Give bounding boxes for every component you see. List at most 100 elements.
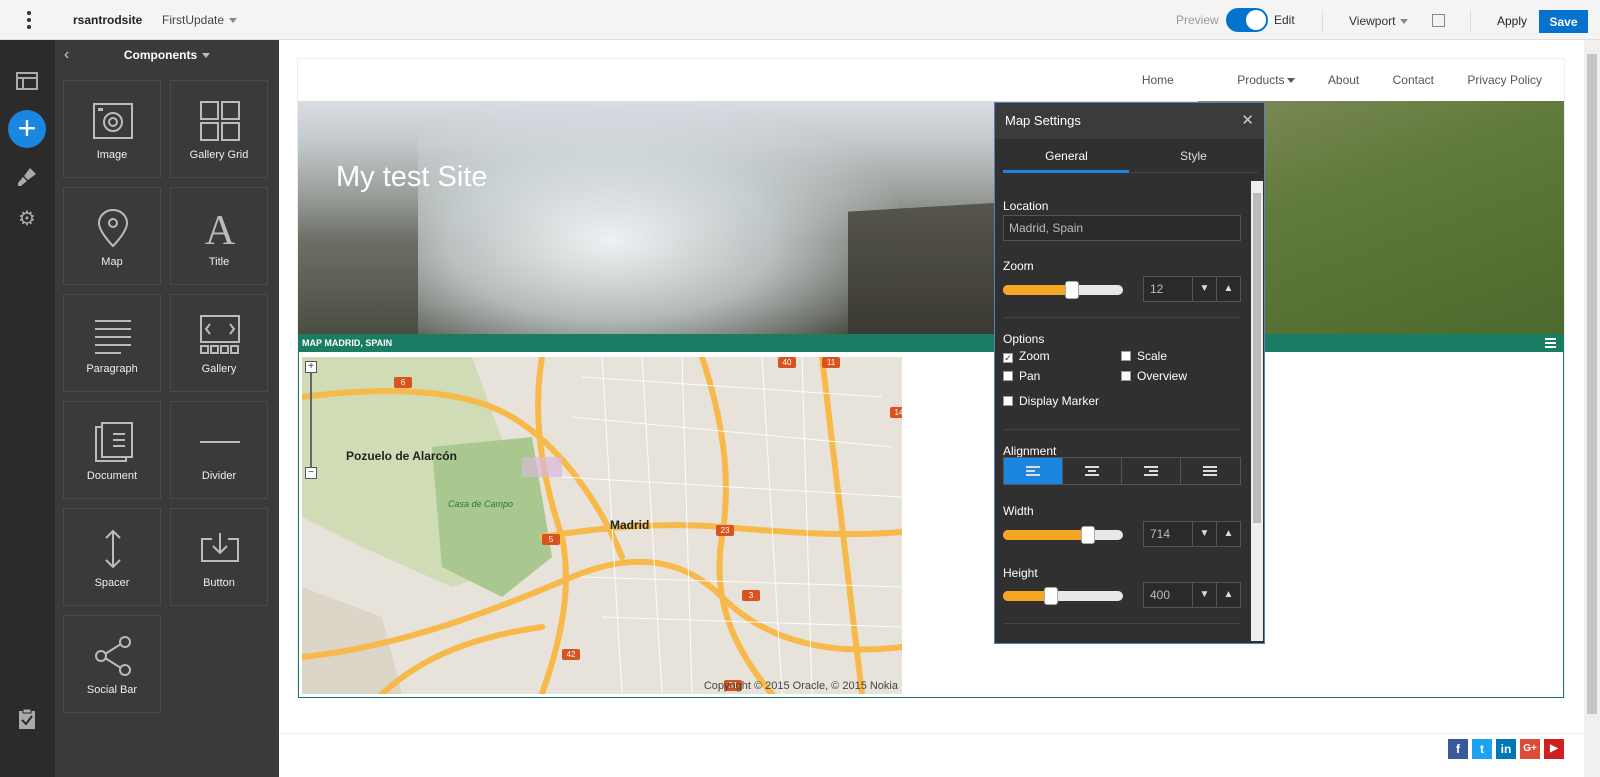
nav-home[interactable]: Home: [1142, 73, 1174, 87]
tile-label: Spacer: [94, 577, 130, 589]
google-plus-icon[interactable]: G+: [1520, 739, 1540, 759]
hero-title[interactable]: My test Site: [336, 161, 488, 194]
component-tile-social-bar[interactable]: Social Bar: [63, 615, 161, 713]
components-header[interactable]: Components: [55, 48, 279, 62]
chevron-down-icon: [1286, 78, 1295, 84]
chevron-down-icon[interactable]: ▼: [1192, 522, 1216, 546]
panel-title: Map Settings: [1005, 113, 1081, 128]
align-justify-button[interactable]: [1181, 458, 1240, 484]
option-display-marker-checkbox[interactable]: Display Marker: [1003, 394, 1099, 408]
tile-label: Gallery: [201, 363, 237, 375]
pages-icon[interactable]: [16, 72, 38, 94]
map-label-casa-de-campo: Casa de Campo: [448, 499, 514, 509]
slider-handle[interactable]: [1065, 281, 1079, 299]
height-slider[interactable]: [1003, 587, 1123, 605]
device-layout-icon[interactable]: [1432, 14, 1445, 27]
viewport-selector[interactable]: Viewport: [1349, 14, 1409, 28]
update-selector[interactable]: FirstUpdate: [162, 13, 238, 27]
road-shield: 40: [778, 357, 796, 368]
component-tile-map[interactable]: Map: [63, 187, 161, 285]
site-name: rsantrodsite: [73, 13, 143, 27]
settings-gear-icon[interactable]: ⚙: [16, 208, 38, 230]
hero-image[interactable]: My test Site: [298, 101, 1564, 334]
chevron-down-icon[interactable]: ▼: [1192, 583, 1216, 607]
nav-products[interactable]: Products: [1207, 73, 1295, 87]
youtube-icon[interactable]: ▶: [1544, 739, 1564, 759]
checkbox-icon: [1003, 396, 1013, 406]
section-divider: [1003, 623, 1241, 624]
option-label: Scale: [1137, 349, 1168, 363]
scrollbar-thumb[interactable]: [1253, 193, 1261, 523]
panel-scrollbar[interactable]: [1251, 181, 1263, 641]
clipboard-check-icon[interactable]: [16, 708, 38, 730]
option-label: Overview: [1137, 369, 1188, 383]
component-tile-gallery[interactable]: Gallery: [170, 294, 268, 392]
chevron-up-icon[interactable]: ▲: [1216, 583, 1240, 607]
zoom-slider[interactable]: [1003, 281, 1123, 299]
align-right-button[interactable]: [1122, 458, 1181, 484]
toolbar-divider: [1470, 10, 1471, 32]
chevron-up-icon[interactable]: ▲: [1216, 277, 1240, 301]
nav-contact[interactable]: Contact: [1393, 73, 1434, 87]
twitter-icon[interactable]: t: [1472, 739, 1492, 759]
width-stepper[interactable]: 714 ▼ ▲: [1143, 521, 1241, 547]
option-zoom-checkbox[interactable]: ✓ Zoom: [1003, 349, 1050, 363]
chevron-up-icon[interactable]: ▲: [1216, 522, 1240, 546]
nav-about[interactable]: About: [1328, 73, 1359, 87]
component-menu-icon[interactable]: [1545, 338, 1556, 348]
add-icon[interactable]: +: [8, 110, 46, 148]
save-button[interactable]: Save: [1539, 10, 1588, 33]
zoom-stepper[interactable]: 12 ▼ ▲: [1143, 276, 1241, 302]
slider-handle[interactable]: [1081, 526, 1095, 544]
preview-edit-toggle[interactable]: [1226, 8, 1268, 32]
height-stepper[interactable]: 400 ▼ ▲: [1143, 582, 1241, 608]
gallery-icon: [200, 315, 240, 354]
button-icon: [201, 533, 239, 562]
zoom-label: Zoom: [1003, 259, 1034, 273]
top-toolbar: rsantrodsite FirstUpdate Preview Edit Vi…: [0, 0, 1600, 40]
slider-fill: [1003, 285, 1071, 295]
slider-handle[interactable]: [1044, 587, 1058, 605]
map-component-bar[interactable]: MAP MADRID, SPAIN: [298, 334, 1564, 352]
location-input[interactable]: Madrid, Spain: [1003, 215, 1241, 241]
component-tile-spacer[interactable]: Spacer: [63, 508, 161, 606]
scrollbar-thumb[interactable]: [1587, 54, 1597, 714]
tab-general[interactable]: General: [1003, 149, 1130, 163]
map-copyright: Copyright © 2015 Oracle, © 2015 Nokia: [703, 680, 898, 692]
theme-brush-icon[interactable]: [16, 166, 38, 188]
more-menu-icon[interactable]: [19, 10, 39, 30]
map-zoom-out-icon[interactable]: −: [305, 467, 317, 479]
facebook-icon[interactable]: f: [1448, 739, 1468, 759]
map-zoom-in-icon[interactable]: +: [305, 361, 317, 373]
component-tile-divider[interactable]: Divider: [170, 401, 268, 499]
alignment-label: Alignment: [1003, 444, 1057, 458]
component-tile-gallery-grid[interactable]: Gallery Grid: [170, 80, 268, 178]
align-center-button[interactable]: [1063, 458, 1122, 484]
option-overview-checkbox[interactable]: Overview: [1121, 369, 1187, 383]
component-tile-paragraph[interactable]: Paragraph: [63, 294, 161, 392]
map-zoom-control[interactable]: + −: [305, 361, 317, 481]
location-label: Location: [1003, 199, 1049, 213]
tab-style[interactable]: Style: [1130, 149, 1257, 163]
canvas-scrollbar[interactable]: [1584, 40, 1600, 777]
chevron-down-icon[interactable]: ▼: [1192, 277, 1216, 301]
component-tile-image[interactable]: Image: [63, 80, 161, 178]
align-left-button[interactable]: [1004, 458, 1063, 484]
road-shield: 42: [562, 649, 580, 660]
option-pan-checkbox[interactable]: Pan: [1003, 369, 1040, 383]
apply-button[interactable]: Apply: [1497, 14, 1527, 28]
nav-privacy-policy[interactable]: Privacy Policy: [1467, 73, 1542, 87]
checkbox-icon: [1121, 371, 1131, 381]
map-view[interactable]: Pozuelo de Alarcón Madrid Casa de Campo …: [302, 357, 902, 694]
map-zoom-track[interactable]: [310, 373, 312, 467]
component-tile-title[interactable]: A Title: [170, 187, 268, 285]
option-scale-checkbox[interactable]: Scale: [1121, 349, 1167, 363]
width-slider[interactable]: [1003, 526, 1123, 544]
component-tile-button[interactable]: Button: [170, 508, 268, 606]
document-icon: [95, 422, 133, 462]
component-tile-document[interactable]: Document: [63, 401, 161, 499]
tile-label: Gallery Grid: [189, 149, 249, 161]
close-icon[interactable]: ✕: [1241, 111, 1254, 129]
linkedin-icon[interactable]: in: [1496, 739, 1516, 759]
tile-label: Title: [208, 256, 230, 268]
